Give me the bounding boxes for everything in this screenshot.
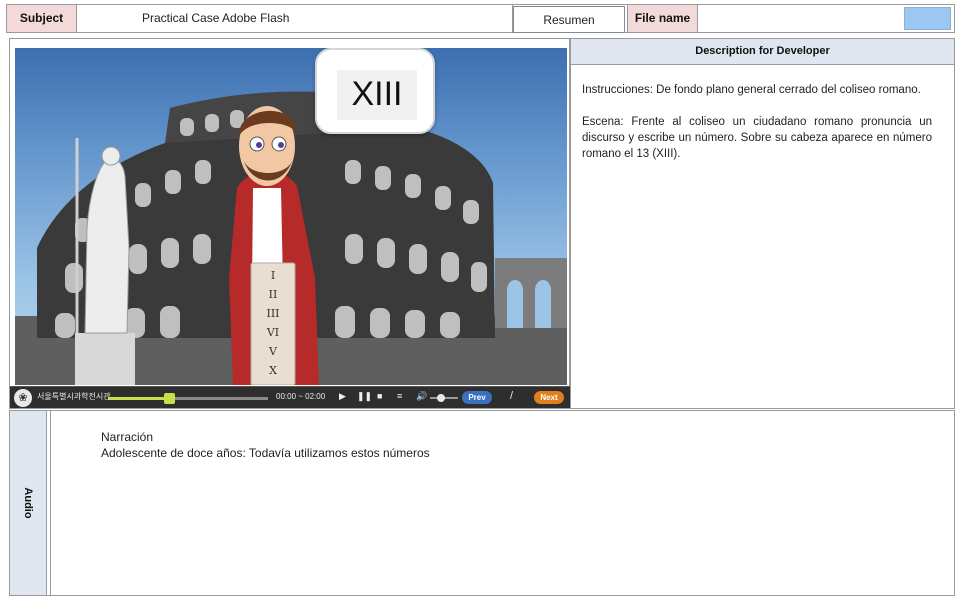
progress-thumb[interactable] — [163, 393, 175, 404]
play-icon[interactable]: ▶ — [339, 391, 346, 402]
progress-track[interactable] — [108, 393, 268, 404]
scene-panel: I II III VI V X XIII ❀ 서울특별시과학전시관 00:00 … — [9, 38, 571, 409]
next-button[interactable]: Next — [534, 391, 564, 404]
audio-label: Audio — [22, 487, 34, 519]
stop-icon[interactable]: ■ — [377, 391, 382, 401]
narration-line: Adolescente de doce años: Todavía utiliz… — [101, 446, 430, 460]
menu-icon[interactable]: ≡ — [397, 391, 402, 401]
roman-numeral-text: XIII — [337, 70, 417, 120]
header-bar: Subject Practical Case Adobe Flash Resum… — [6, 4, 955, 33]
prev-button[interactable]: Prev — [462, 391, 492, 404]
tablet-numerals: I II III VI V X — [251, 266, 295, 380]
tablet-numeral: I — [270, 269, 276, 282]
scene-text: Escena: Frente al coliseo un ciudadano r… — [582, 116, 932, 160]
narration-heading: Narración — [101, 430, 154, 444]
instructions-text: Instrucciones: De fondo plano general ce… — [582, 84, 921, 96]
volume-knob[interactable] — [437, 394, 446, 402]
audio-label-box: Audio — [10, 411, 47, 595]
resumen-button[interactable]: Resumen — [513, 6, 625, 33]
audio-script: Narración Adolescente de doce años: Toda… — [101, 429, 430, 461]
speech-bubble: XIII — [315, 48, 435, 134]
nav-separator: / — [510, 390, 514, 402]
pause-icon[interactable]: ❚❚ — [357, 391, 372, 402]
description-panel: Description for Developer Instrucciones:… — [570, 38, 955, 409]
audio-panel: Audio Narración Adolescente de doce años… — [9, 410, 955, 596]
description-body: Instrucciones: De fondo plano general ce… — [571, 65, 954, 162]
subject-value: Practical Case Adobe Flash — [77, 5, 513, 32]
color-swatch — [904, 7, 951, 30]
volume-icon[interactable]: 🔊 — [416, 391, 427, 402]
file-name-value — [698, 5, 903, 32]
tablet-numeral: VI — [266, 326, 280, 339]
volume-slider[interactable] — [430, 394, 458, 402]
time-display: 00:00 ~ 02:00 — [276, 392, 326, 401]
audio-content: Narración Adolescente de doce años: Toda… — [50, 411, 954, 595]
organization-name: 서울특별시과학전시관 — [37, 392, 111, 401]
file-name-label: File name — [627, 5, 698, 32]
tablet-numeral: X — [269, 364, 277, 377]
organization-logo-icon: ❀ — [14, 389, 32, 407]
media-player-bar: ❀ 서울특별시과학전시관 00:00 ~ 02:00 ▶ ❚❚ ■ ≡ 🔊 Pr… — [10, 386, 571, 408]
tablet-numeral: V — [269, 345, 277, 358]
tablet-numeral: III — [266, 307, 280, 320]
scene-illustration: I II III VI V X XIII — [15, 48, 567, 385]
description-title: Description for Developer — [571, 39, 954, 65]
subject-label: Subject — [7, 5, 77, 32]
tablet-numeral: II — [268, 288, 278, 301]
progress-fill — [108, 397, 169, 400]
